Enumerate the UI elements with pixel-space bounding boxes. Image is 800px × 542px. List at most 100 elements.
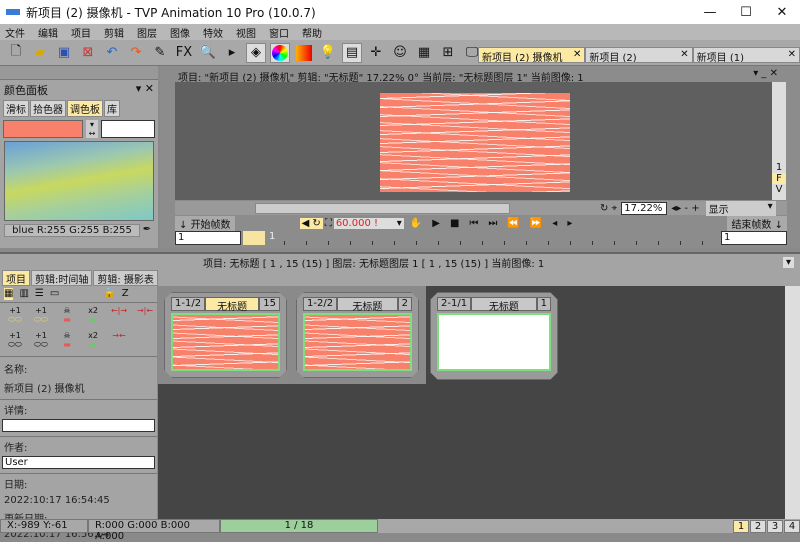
view-strip-icon[interactable]: ▭ bbox=[50, 288, 59, 300]
start-frame-button[interactable]: ↓ 开始帧数 bbox=[175, 215, 235, 231]
maximize-button[interactable]: ☐ bbox=[728, 5, 764, 20]
brushes-icon[interactable]: ✎ bbox=[150, 43, 170, 63]
details-field[interactable] bbox=[2, 419, 155, 432]
menu-file[interactable]: 文件 bbox=[0, 25, 33, 40]
zoom-controls[interactable]: ◂▸ - + bbox=[671, 203, 699, 214]
start-frame-field[interactable]: 1 bbox=[175, 231, 241, 245]
page-button-3[interactable]: 3 bbox=[767, 519, 783, 533]
side-button-1[interactable]: 1 bbox=[772, 162, 786, 173]
viewer-window-controls[interactable]: ▾ _ ✕ bbox=[753, 68, 778, 79]
end-frame-field[interactable]: 1 bbox=[721, 231, 787, 245]
clip-name[interactable]: 无标题 bbox=[471, 297, 537, 311]
gradient-icon[interactable] bbox=[294, 43, 314, 63]
primary-color-swatch[interactable] bbox=[3, 120, 83, 138]
close-icon[interactable]: ✕ bbox=[573, 49, 581, 61]
page-button-4[interactable]: 4 bbox=[784, 519, 800, 533]
tab-project[interactable]: 项目 bbox=[2, 270, 30, 286]
menu-project[interactable]: 项目 bbox=[66, 25, 99, 40]
close-project-icon[interactable]: ⊠ bbox=[78, 43, 98, 63]
clip-name[interactable]: 无标题 bbox=[205, 297, 259, 311]
close-button[interactable]: ✕ bbox=[764, 5, 800, 20]
sound-loop-icons[interactable]: ◀ ↻ bbox=[299, 217, 323, 229]
z-button[interactable]: Z bbox=[122, 288, 129, 300]
mask-icon[interactable]: ☺ bbox=[390, 43, 410, 63]
playback-controls[interactable]: ✋▶■⏮⏭⏪⏩◂▸ bbox=[410, 218, 583, 229]
view-columns-icon[interactable]: ▥ bbox=[19, 288, 28, 300]
save-icon[interactable]: ▣ bbox=[54, 43, 74, 63]
crosshair-icon[interactable]: ✛ bbox=[366, 43, 386, 63]
side-button-f[interactable]: F bbox=[772, 173, 786, 184]
clip-name[interactable]: 无标题 bbox=[337, 297, 398, 311]
panel-menu-close-icon[interactable]: ▾ ✕ bbox=[136, 82, 154, 98]
display-dropdown[interactable]: 显示 ▾ bbox=[705, 200, 776, 216]
lightbulb-icon[interactable]: 💡 bbox=[318, 43, 338, 63]
clip-thumbnail[interactable] bbox=[437, 313, 551, 371]
tab-sliders[interactable]: 滑标 bbox=[3, 100, 29, 117]
eyedropper-icon[interactable]: ✒ bbox=[140, 224, 154, 237]
project-tab[interactable]: 新项目 (2) 摄像机 ✕ bbox=[478, 47, 586, 63]
view-list-icon[interactable]: ☰ bbox=[35, 288, 44, 300]
swap-colors-icon[interactable]: ▾ ↔ bbox=[86, 120, 98, 138]
fullscreen-icon[interactable]: ⛶ bbox=[325, 218, 332, 229]
panels-icon[interactable]: ⊞ bbox=[438, 43, 458, 63]
horizontal-scrollbar[interactable] bbox=[255, 202, 510, 214]
insert-after-button[interactable]: +1 ⬭⬭ bbox=[30, 306, 52, 329]
redo-icon[interactable]: ↷ bbox=[126, 43, 146, 63]
duplicate-scene-button[interactable]: x2 ▬ bbox=[82, 331, 104, 354]
tab-clip-xsheet[interactable]: 剪辑: 摄影表 bbox=[93, 270, 158, 286]
tab-picker[interactable]: 拾色器 bbox=[30, 100, 66, 117]
menu-clip[interactable]: 剪辑 bbox=[99, 25, 132, 40]
end-frame-button[interactable]: 结束帧数 ↓ bbox=[727, 215, 787, 231]
zoom-icon[interactable]: 🔍 bbox=[198, 43, 218, 63]
split-clip-button[interactable]: ←|→ bbox=[108, 306, 130, 329]
menu-effects[interactable]: 特效 bbox=[198, 25, 231, 40]
project-tab[interactable]: 新项目 (2) ✕ bbox=[585, 47, 693, 63]
clip-scrollbar[interactable] bbox=[785, 286, 800, 519]
menu-layer[interactable]: 图层 bbox=[132, 25, 165, 40]
color-wheel-icon[interactable] bbox=[270, 42, 290, 63]
merge-scene-button[interactable]: →← bbox=[108, 331, 130, 354]
close-icon[interactable]: ✕ bbox=[680, 49, 688, 61]
menu-window[interactable]: 窗口 bbox=[264, 25, 297, 40]
open-folder-icon[interactable]: ▰ bbox=[30, 43, 50, 63]
grid-icon[interactable]: ▦ bbox=[414, 43, 434, 63]
close-icon[interactable]: ✕ bbox=[788, 49, 796, 61]
clip-thumbnail[interactable] bbox=[303, 313, 412, 371]
layers-icon[interactable]: ◈ bbox=[246, 42, 266, 63]
play-icon[interactable]: ▸ bbox=[222, 43, 242, 63]
page-button-1[interactable]: 1 bbox=[733, 519, 749, 533]
vertical-scrollbar[interactable]: 1 F V bbox=[772, 82, 786, 200]
rotate-reset-icon[interactable]: ↻ ⌖ bbox=[600, 203, 617, 214]
page-button-2[interactable]: 2 bbox=[750, 519, 766, 533]
lock-icon[interactable]: 🔒 bbox=[103, 288, 115, 300]
menu-image[interactable]: 图像 bbox=[165, 25, 198, 40]
menu-edit[interactable]: 编辑 bbox=[33, 25, 66, 40]
viewer-area[interactable] bbox=[175, 82, 772, 200]
view-grid-icon[interactable]: ▦ bbox=[4, 288, 14, 300]
menu-view[interactable]: 视图 bbox=[231, 25, 264, 40]
undo-icon[interactable]: ↶ bbox=[102, 43, 122, 63]
tab-palette[interactable]: 调色板 bbox=[67, 100, 103, 117]
fx-button[interactable]: FX bbox=[174, 43, 194, 63]
insert-after-scene-button[interactable]: +1 ⬭⬭ bbox=[30, 331, 52, 354]
author-field[interactable]: User bbox=[2, 456, 155, 469]
zoom-field[interactable]: 17.22% bbox=[621, 201, 668, 215]
tab-clip-timeline[interactable]: 剪辑:时间轴 bbox=[31, 270, 93, 286]
side-button-v[interactable]: V bbox=[772, 184, 786, 195]
insert-before-button[interactable]: +1 ⬭⬭ bbox=[4, 306, 26, 329]
delete-clip-button[interactable]: ☠ ▬ bbox=[56, 306, 78, 329]
secondary-color-swatch[interactable] bbox=[101, 120, 155, 138]
clip-card[interactable]: 1-1/2 无标题 15 bbox=[164, 292, 287, 378]
clip-card[interactable]: 2-1/1 无标题 1 bbox=[430, 292, 558, 380]
delete-scene-button[interactable]: ☠ ▬ bbox=[56, 331, 78, 354]
merge-clip-button[interactable]: →|← bbox=[134, 306, 156, 329]
timeline-ruler[interactable]: 1 bbox=[241, 231, 721, 245]
clip-thumbnail[interactable] bbox=[171, 313, 280, 371]
dropdown-icon[interactable]: ▾ bbox=[782, 256, 794, 268]
project-tab[interactable]: 新项目 (1) ✕ bbox=[692, 47, 800, 63]
minimize-button[interactable]: — bbox=[692, 5, 728, 20]
timeline-icon[interactable]: ▤ bbox=[342, 42, 362, 63]
fps-dropdown[interactable]: 60.000 ! ▾ bbox=[333, 217, 404, 229]
tab-library[interactable]: 库 bbox=[104, 100, 120, 117]
color-palette-area[interactable] bbox=[4, 141, 154, 221]
